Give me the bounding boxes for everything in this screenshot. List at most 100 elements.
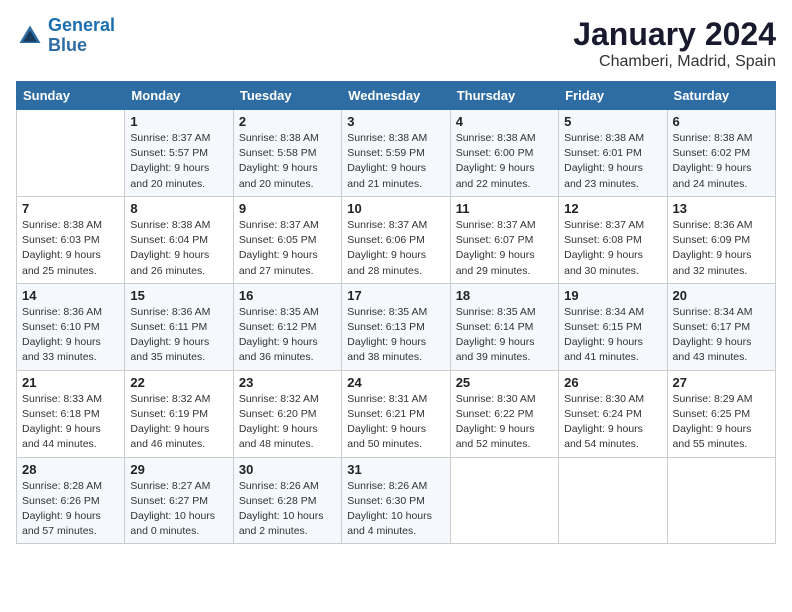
day-detail: Sunrise: 8:35 AM Sunset: 6:14 PM Dayligh… <box>456 305 553 366</box>
day-cell <box>450 457 558 544</box>
day-detail: Sunrise: 8:38 AM Sunset: 5:58 PM Dayligh… <box>239 131 336 192</box>
day-cell <box>17 110 125 197</box>
day-cell: 10 Sunrise: 8:37 AM Sunset: 6:06 PM Dayli… <box>342 196 450 283</box>
day-detail: Sunrise: 8:28 AM Sunset: 6:26 PM Dayligh… <box>22 479 119 540</box>
day-number: 17 <box>347 288 444 303</box>
day-cell: 4 Sunrise: 8:38 AM Sunset: 6:00 PM Daylig… <box>450 110 558 197</box>
day-cell: 7 Sunrise: 8:38 AM Sunset: 6:03 PM Daylig… <box>17 196 125 283</box>
day-detail: Sunrise: 8:34 AM Sunset: 6:15 PM Dayligh… <box>564 305 661 366</box>
day-cell: 29Sunrise: 8:27 AM Sunset: 6:27 PM Dayli… <box>125 457 233 544</box>
day-detail: Sunrise: 8:26 AM Sunset: 6:30 PM Dayligh… <box>347 479 444 540</box>
header-row: SundayMondayTuesdayWednesdayThursdayFrid… <box>17 82 776 110</box>
day-cell: 6Sunrise: 8:38 AM Sunset: 6:02 PM Daylig… <box>667 110 775 197</box>
day-cell: 18 Sunrise: 8:35 AM Sunset: 6:14 PM Dayli… <box>450 283 558 370</box>
day-number: 21 <box>22 375 119 390</box>
day-cell <box>667 457 775 544</box>
day-number: 23 <box>239 375 336 390</box>
day-number: 20 <box>673 288 770 303</box>
logo-icon <box>16 22 44 50</box>
page-header: General Blue January 2024 Chamberi, Madr… <box>16 16 776 71</box>
day-cell: 13Sunrise: 8:36 AM Sunset: 6:09 PM Dayli… <box>667 196 775 283</box>
month-title: January 2024 <box>573 16 776 53</box>
day-number: 15 <box>130 288 227 303</box>
day-detail: Sunrise: 8:33 AM Sunset: 6:18 PM Dayligh… <box>22 392 119 453</box>
header-thursday: Thursday <box>450 82 558 110</box>
day-number: 4 <box>456 114 553 129</box>
day-detail: Sunrise: 8:37 AM Sunset: 6:06 PM Dayligh… <box>347 218 444 279</box>
week-row-4: 21 Sunrise: 8:33 AM Sunset: 6:18 PM Dayli… <box>17 370 776 457</box>
day-detail: Sunrise: 8:34 AM Sunset: 6:17 PM Dayligh… <box>673 305 770 366</box>
day-number: 19 <box>564 288 661 303</box>
day-number: 2 <box>239 114 336 129</box>
week-row-5: 28Sunrise: 8:28 AM Sunset: 6:26 PM Dayli… <box>17 457 776 544</box>
logo: General Blue <box>16 16 115 56</box>
day-cell: 22Sunrise: 8:32 AM Sunset: 6:19 PM Dayli… <box>125 370 233 457</box>
day-number: 9 <box>239 201 336 216</box>
day-cell: 28Sunrise: 8:28 AM Sunset: 6:26 PM Dayli… <box>17 457 125 544</box>
day-number: 31 <box>347 462 444 477</box>
day-cell: 27 Sunrise: 8:29 AM Sunset: 6:25 PM Dayli… <box>667 370 775 457</box>
day-detail: Sunrise: 8:30 AM Sunset: 6:22 PM Dayligh… <box>456 392 553 453</box>
day-detail: Sunrise: 8:36 AM Sunset: 6:10 PM Dayligh… <box>22 305 119 366</box>
day-cell: 1 Sunrise: 8:37 AM Sunset: 5:57 PM Daylig… <box>125 110 233 197</box>
day-detail: Sunrise: 8:37 AM Sunset: 6:05 PM Dayligh… <box>239 218 336 279</box>
logo-text: General Blue <box>48 16 115 56</box>
day-cell: 24Sunrise: 8:31 AM Sunset: 6:21 PM Dayli… <box>342 370 450 457</box>
day-number: 14 <box>22 288 119 303</box>
day-cell: 11Sunrise: 8:37 AM Sunset: 6:07 PM Dayli… <box>450 196 558 283</box>
day-number: 25 <box>456 375 553 390</box>
day-detail: Sunrise: 8:27 AM Sunset: 6:27 PM Dayligh… <box>130 479 227 540</box>
week-row-2: 7 Sunrise: 8:38 AM Sunset: 6:03 PM Daylig… <box>17 196 776 283</box>
day-number: 8 <box>130 201 227 216</box>
day-cell: 17Sunrise: 8:35 AM Sunset: 6:13 PM Dayli… <box>342 283 450 370</box>
header-saturday: Saturday <box>667 82 775 110</box>
day-cell: 19 Sunrise: 8:34 AM Sunset: 6:15 PM Dayli… <box>559 283 667 370</box>
day-cell: 20 Sunrise: 8:34 AM Sunset: 6:17 PM Dayli… <box>667 283 775 370</box>
header-wednesday: Wednesday <box>342 82 450 110</box>
day-detail: Sunrise: 8:37 AM Sunset: 6:08 PM Dayligh… <box>564 218 661 279</box>
day-cell: 21 Sunrise: 8:33 AM Sunset: 6:18 PM Dayli… <box>17 370 125 457</box>
header-friday: Friday <box>559 82 667 110</box>
day-detail: Sunrise: 8:36 AM Sunset: 6:11 PM Dayligh… <box>130 305 227 366</box>
title-section: January 2024 Chamberi, Madrid, Spain <box>573 16 776 71</box>
day-number: 27 <box>673 375 770 390</box>
day-cell: 30Sunrise: 8:26 AM Sunset: 6:28 PM Dayli… <box>233 457 341 544</box>
day-detail: Sunrise: 8:38 AM Sunset: 6:01 PM Dayligh… <box>564 131 661 192</box>
day-detail: Sunrise: 8:38 AM Sunset: 6:00 PM Dayligh… <box>456 131 553 192</box>
day-detail: Sunrise: 8:29 AM Sunset: 6:25 PM Dayligh… <box>673 392 770 453</box>
day-detail: Sunrise: 8:37 AM Sunset: 6:07 PM Dayligh… <box>456 218 553 279</box>
day-detail: Sunrise: 8:38 AM Sunset: 6:03 PM Dayligh… <box>22 218 119 279</box>
week-row-1: 1 Sunrise: 8:37 AM Sunset: 5:57 PM Daylig… <box>17 110 776 197</box>
week-row-3: 14 Sunrise: 8:36 AM Sunset: 6:10 PM Dayli… <box>17 283 776 370</box>
logo-line2: Blue <box>48 35 87 55</box>
day-number: 5 <box>564 114 661 129</box>
day-cell: 8 Sunrise: 8:38 AM Sunset: 6:04 PM Daylig… <box>125 196 233 283</box>
day-detail: Sunrise: 8:26 AM Sunset: 6:28 PM Dayligh… <box>239 479 336 540</box>
day-number: 18 <box>456 288 553 303</box>
day-detail: Sunrise: 8:35 AM Sunset: 6:12 PM Dayligh… <box>239 305 336 366</box>
day-detail: Sunrise: 8:30 AM Sunset: 6:24 PM Dayligh… <box>564 392 661 453</box>
day-cell: 31 Sunrise: 8:26 AM Sunset: 6:30 PM Dayli… <box>342 457 450 544</box>
day-number: 26 <box>564 375 661 390</box>
day-detail: Sunrise: 8:32 AM Sunset: 6:19 PM Dayligh… <box>130 392 227 453</box>
day-number: 6 <box>673 114 770 129</box>
day-cell: 9 Sunrise: 8:37 AM Sunset: 6:05 PM Daylig… <box>233 196 341 283</box>
day-number: 7 <box>22 201 119 216</box>
day-cell: 12 Sunrise: 8:37 AM Sunset: 6:08 PM Dayli… <box>559 196 667 283</box>
day-cell: 25 Sunrise: 8:30 AM Sunset: 6:22 PM Dayli… <box>450 370 558 457</box>
calendar-table: SundayMondayTuesdayWednesdayThursdayFrid… <box>16 81 776 544</box>
header-sunday: Sunday <box>17 82 125 110</box>
day-detail: Sunrise: 8:37 AM Sunset: 5:57 PM Dayligh… <box>130 131 227 192</box>
day-cell: 23 Sunrise: 8:32 AM Sunset: 6:20 PM Dayli… <box>233 370 341 457</box>
day-detail: Sunrise: 8:36 AM Sunset: 6:09 PM Dayligh… <box>673 218 770 279</box>
day-cell: 2 Sunrise: 8:38 AM Sunset: 5:58 PM Daylig… <box>233 110 341 197</box>
day-detail: Sunrise: 8:38 AM Sunset: 5:59 PM Dayligh… <box>347 131 444 192</box>
day-number: 12 <box>564 201 661 216</box>
day-cell: 14 Sunrise: 8:36 AM Sunset: 6:10 PM Dayli… <box>17 283 125 370</box>
day-detail: Sunrise: 8:38 AM Sunset: 6:04 PM Dayligh… <box>130 218 227 279</box>
day-detail: Sunrise: 8:32 AM Sunset: 6:20 PM Dayligh… <box>239 392 336 453</box>
day-number: 1 <box>130 114 227 129</box>
day-number: 10 <box>347 201 444 216</box>
day-detail: Sunrise: 8:31 AM Sunset: 6:21 PM Dayligh… <box>347 392 444 453</box>
day-cell: 16Sunrise: 8:35 AM Sunset: 6:12 PM Dayli… <box>233 283 341 370</box>
